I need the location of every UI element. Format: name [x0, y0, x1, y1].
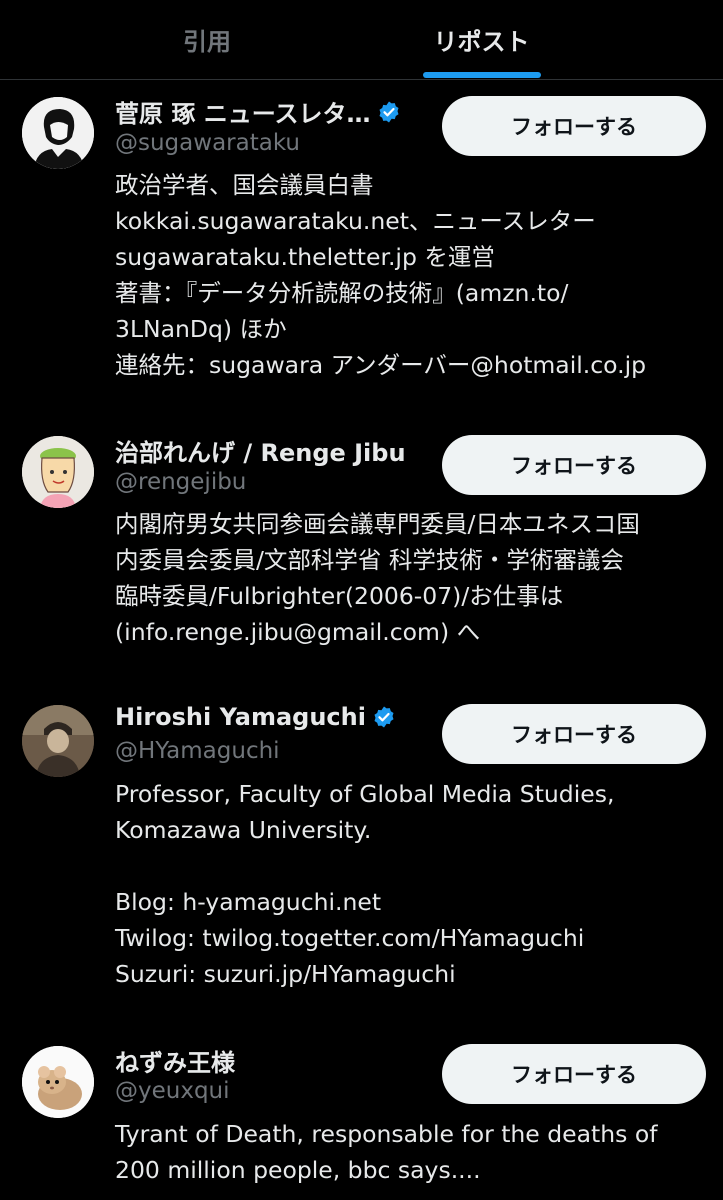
bio-line: 3LNanDq) ほか: [115, 315, 287, 343]
user-bio: 内閣府男女共同参画会議専門委員/日本ユネスコ国 内委員会委員/文部科学省 科学技…: [115, 506, 715, 650]
avatar-photo-icon: [22, 705, 94, 777]
display-name[interactable]: 治部れんげ / Renge Jibu: [115, 433, 406, 468]
user-handle: @HYamaguchi: [115, 738, 280, 764]
follow-button[interactable]: フォローする: [442, 704, 706, 764]
verified-badge-icon: [379, 101, 399, 122]
user-bio: Tyrant of Death, responsable for the dea…: [115, 1116, 715, 1188]
user-name-row[interactable]: ねずみ王様: [115, 1043, 235, 1078]
verified-badge-icon: [374, 706, 394, 728]
user-handle: @yeuxqui: [115, 1078, 230, 1104]
avatar-gerbil-icon: [22, 1046, 94, 1118]
bio-line: Tyrant of Death, responsable for the dea…: [115, 1120, 658, 1148]
user-name-row[interactable]: 治部れんげ / Renge Jibu: [115, 433, 406, 468]
bio-line: 政治学者、国会議員白書: [115, 171, 374, 199]
bio-line[interactable]: sugawarataku.theletter.jp を運営: [115, 239, 715, 275]
avatar[interactable]: [22, 1046, 94, 1118]
user-handle: @sugawarataku: [115, 130, 301, 156]
bio-line: 臨時委員/Fulbrighter(2006-07)/お仕事は: [115, 582, 564, 610]
avatar[interactable]: [22, 705, 94, 777]
bio-line[interactable]: 著書：『データ分析読解の技術』(amzn.to/: [115, 275, 715, 311]
bio-line[interactable]: Blog: h-yamaguchi.net: [115, 884, 715, 920]
follow-button[interactable]: フォローする: [442, 1044, 706, 1104]
display-name[interactable]: Hiroshi Yamaguchi: [115, 703, 366, 731]
follow-button[interactable]: フォローする: [442, 96, 706, 156]
user-bio: Professor, Faculty of Global Media Studi…: [115, 776, 715, 992]
bio-line: Professor, Faculty of Global Media Studi…: [115, 780, 615, 808]
bio-line: Komazawa University.: [115, 816, 372, 844]
user-bio: 政治学者、国会議員白書 kokkai.sugawarataku.net、ニュース…: [115, 167, 715, 383]
bio-line: 連絡先：sugawara アンダーバー@hotmail.co.jp: [115, 351, 647, 379]
user-name-row[interactable]: Hiroshi Yamaguchi: [115, 703, 396, 731]
avatar-portrait-icon: [22, 97, 94, 169]
bio-line[interactable]: kokkai.sugawarataku.net、ニュースレター: [115, 203, 715, 239]
bio-line[interactable]: Twilog: twilog.togetter.com/HYamaguchi: [115, 920, 715, 956]
active-tab-indicator: [423, 72, 541, 78]
bio-line: (info.renge.jibu@gmail.com) へ: [115, 618, 481, 646]
bio-line: 内委員会委員/文部科学省 科学技術・学術審議会: [115, 546, 624, 574]
tab-bar: 引用 リポスト: [0, 0, 723, 80]
follow-button[interactable]: フォローする: [442, 435, 706, 495]
bio-line[interactable]: Suzuri: suzuri.jp/HYamaguchi: [115, 956, 715, 992]
avatar-illustration-icon: [22, 436, 94, 508]
avatar[interactable]: [22, 436, 94, 508]
avatar[interactable]: [22, 97, 94, 169]
user-name-row[interactable]: 菅原 琢 ニュースレタ…: [115, 94, 401, 129]
display-name[interactable]: ねずみ王様: [115, 1043, 235, 1078]
bio-line: [115, 848, 715, 884]
bio-line: 200 million people, bbc says....: [115, 1156, 481, 1184]
user-handle: @rengejibu: [115, 469, 247, 495]
tab-reposts[interactable]: リポスト: [300, 0, 663, 79]
bio-line: 内閣府男女共同参画会議専門委員/日本ユネスコ国: [115, 510, 640, 538]
display-name[interactable]: 菅原 琢 ニュースレタ…: [115, 94, 371, 129]
